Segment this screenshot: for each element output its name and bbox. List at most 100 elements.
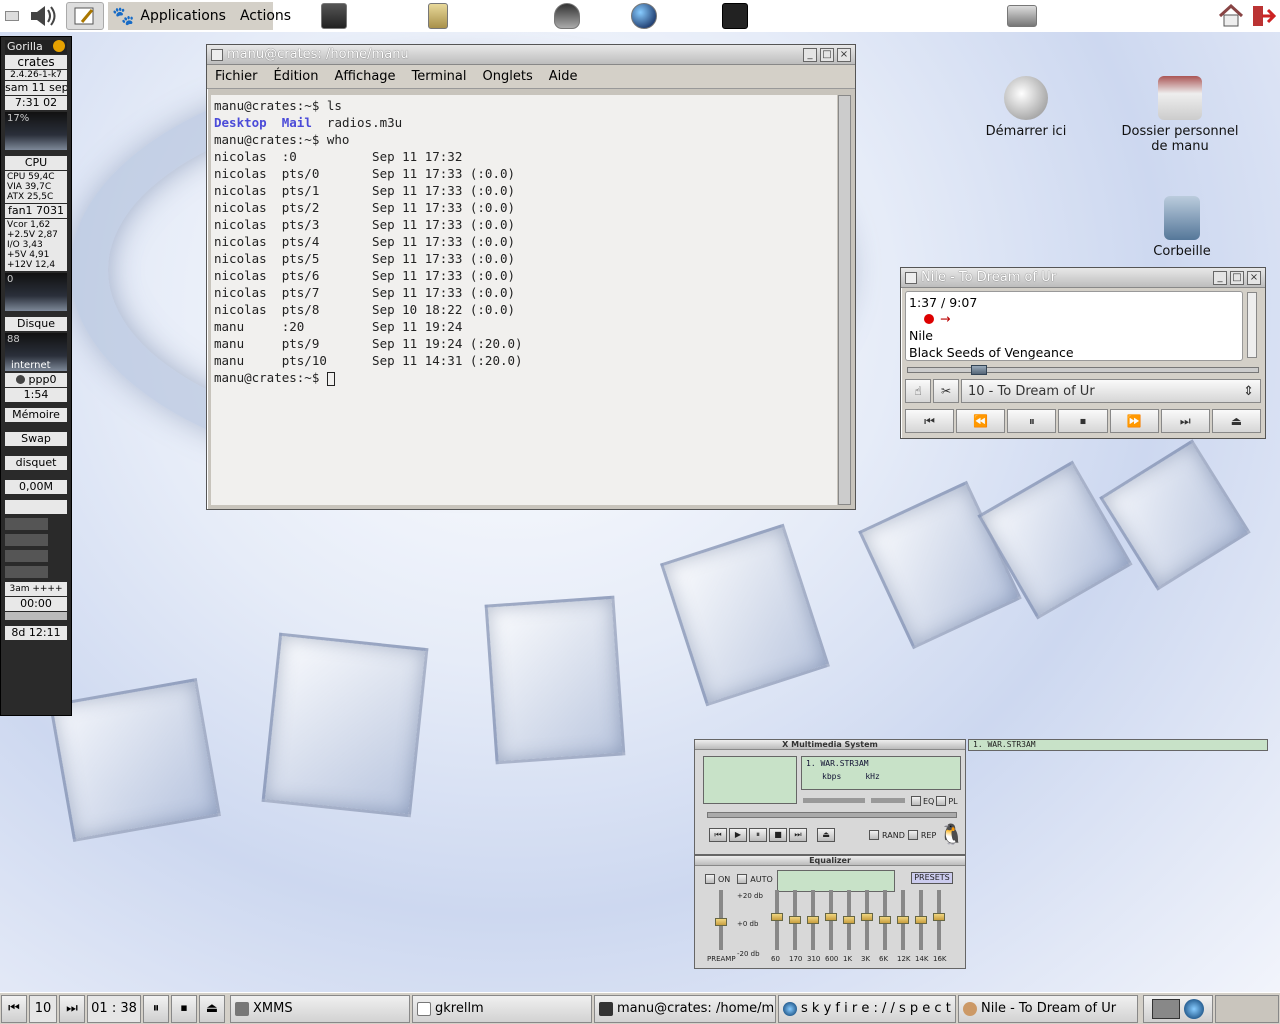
eq-band-slider[interactable] bbox=[807, 890, 819, 950]
slider-knob[interactable] bbox=[861, 913, 873, 922]
equalizer-titlebar[interactable]: Equalizer bbox=[695, 856, 965, 866]
fs-label[interactable]: disquet bbox=[5, 456, 67, 470]
info-scrollbar[interactable] bbox=[1247, 292, 1257, 358]
task-xmms[interactable]: XMMS bbox=[230, 994, 410, 1023]
close-button[interactable]: × bbox=[1247, 270, 1261, 285]
xmms-titlebar[interactable]: X Multimedia System bbox=[695, 740, 965, 750]
xmms-eject-button[interactable]: ⏏ bbox=[817, 828, 835, 842]
panel-pause-button[interactable]: ⏸ bbox=[143, 994, 169, 1023]
menu-aide[interactable]: Aide bbox=[549, 69, 578, 84]
workspace-1[interactable] bbox=[1152, 998, 1180, 1019]
stop-button[interactable]: ⏹ bbox=[1058, 409, 1108, 433]
maximize-button[interactable]: □ bbox=[1230, 270, 1244, 285]
slider-knob[interactable] bbox=[915, 916, 927, 924]
mixer-bar[interactable] bbox=[5, 550, 49, 562]
task-gkrellm[interactable]: gkrellm bbox=[412, 994, 592, 1023]
xmms-stop-button[interactable]: ■ bbox=[769, 828, 787, 842]
slider-knob[interactable] bbox=[789, 916, 801, 924]
slider-knob[interactable] bbox=[843, 916, 855, 924]
eq-band-slider[interactable] bbox=[843, 890, 855, 950]
volume-slider[interactable] bbox=[803, 798, 865, 803]
eq-band-slider[interactable] bbox=[915, 890, 927, 950]
window-menu-icon[interactable] bbox=[905, 271, 917, 284]
xmms-next-button[interactable]: ⏭ bbox=[789, 828, 807, 842]
eq-band-slider[interactable] bbox=[861, 890, 873, 950]
eq-band-slider[interactable] bbox=[825, 890, 837, 950]
eq-toggle[interactable] bbox=[911, 796, 921, 806]
applications-menu[interactable]: Applications bbox=[140, 8, 226, 24]
previous-track-button[interactable]: ⏮ bbox=[905, 409, 955, 433]
fast-forward-button[interactable]: ⏩ bbox=[1109, 409, 1159, 433]
desktop-icon-start-here[interactable]: Démarrer ici bbox=[966, 76, 1086, 139]
globe-icon[interactable] bbox=[628, 2, 660, 30]
menu-fichier[interactable]: Fichier bbox=[215, 69, 258, 84]
eq-on-toggle[interactable] bbox=[705, 874, 715, 884]
seek-handle[interactable] bbox=[971, 365, 987, 375]
home-icon[interactable] bbox=[1216, 2, 1246, 30]
panel-next-button[interactable]: ⏭ bbox=[59, 994, 85, 1023]
minimize-button[interactable]: _ bbox=[1213, 270, 1227, 285]
logout-icon[interactable] bbox=[1248, 2, 1278, 30]
actions-menu[interactable]: Actions bbox=[240, 8, 291, 24]
rand-toggle[interactable] bbox=[869, 830, 879, 840]
presets-button[interactable]: PRESETS bbox=[911, 872, 953, 884]
filing-cabinet-icon[interactable] bbox=[422, 2, 454, 30]
menu-affichage[interactable]: Affichage bbox=[334, 69, 395, 84]
window-menu-icon[interactable] bbox=[211, 48, 223, 61]
volume-icon[interactable] bbox=[26, 2, 60, 30]
notes-icon[interactable] bbox=[66, 2, 104, 30]
slider-knob[interactable] bbox=[879, 916, 891, 924]
xmms-playlist-shaded[interactable]: 1. WAR.STR3AM bbox=[968, 739, 1268, 751]
panel-prev-button[interactable]: ⏮ bbox=[1, 994, 27, 1023]
menu-onglets[interactable]: Onglets bbox=[483, 69, 533, 84]
tools-icon[interactable]: ✂ bbox=[933, 379, 959, 403]
track-select[interactable]: 10 - To Dream of Ur ⇕ bbox=[961, 379, 1261, 403]
eject-button[interactable]: ⏏ bbox=[1211, 409, 1261, 433]
slider-knob[interactable] bbox=[933, 913, 945, 922]
next-track-button[interactable]: ⏭ bbox=[1160, 409, 1210, 433]
eq-band-slider[interactable] bbox=[771, 890, 783, 950]
rewind-button[interactable]: ⏪ bbox=[956, 409, 1006, 433]
penguin-icon[interactable] bbox=[550, 2, 584, 30]
eq-band-slider[interactable] bbox=[879, 890, 891, 950]
pl-toggle[interactable] bbox=[936, 796, 947, 806]
terminal-titlebar[interactable]: manu@crates: /home/manu _ □ × bbox=[207, 45, 855, 65]
hand-icon[interactable]: ☝ bbox=[905, 379, 931, 403]
desktop-icon-trash[interactable]: Corbeille bbox=[1122, 196, 1242, 259]
gkrellm-logo-icon[interactable] bbox=[53, 40, 65, 52]
monitor-icon[interactable] bbox=[318, 2, 350, 30]
minimize-button[interactable]: _ bbox=[803, 47, 817, 62]
gkrellm-controls[interactable] bbox=[5, 612, 67, 620]
slider-knob[interactable] bbox=[715, 918, 727, 926]
menu-terminal[interactable]: Terminal bbox=[412, 69, 467, 84]
panel-eject-button[interactable]: ⏏ bbox=[199, 994, 225, 1023]
mixer-bar[interactable] bbox=[5, 518, 49, 530]
panel-stop-button[interactable]: ⏹ bbox=[171, 994, 197, 1023]
xmms-seek-bar[interactable] bbox=[707, 812, 957, 818]
slider-knob[interactable] bbox=[825, 913, 837, 922]
eq-auto-toggle[interactable] bbox=[737, 874, 748, 884]
net-iface[interactable]: ppp0 bbox=[29, 373, 57, 387]
terminal-output[interactable]: manu@crates:~$ ls Desktop Mail radios.m3u… bbox=[211, 95, 837, 505]
xmms-pause-button[interactable]: ⏸ bbox=[749, 828, 767, 842]
maximize-button[interactable]: □ bbox=[820, 47, 834, 62]
task-terminal[interactable]: manu@crates: /home/m bbox=[594, 994, 776, 1023]
slider-knob[interactable] bbox=[807, 916, 819, 924]
terminal-scrollbar[interactable] bbox=[838, 95, 851, 505]
slider-knob[interactable] bbox=[771, 913, 783, 922]
seek-bar[interactable] bbox=[907, 365, 1259, 375]
workspace-switcher[interactable] bbox=[1143, 994, 1213, 1023]
preamp-slider[interactable] bbox=[715, 890, 727, 950]
mixer-bar[interactable] bbox=[5, 566, 49, 578]
menu-edition[interactable]: Édition bbox=[274, 69, 319, 84]
xmms-prev-button[interactable]: ⏮ bbox=[709, 828, 727, 842]
xmms-play-button[interactable]: ▶ bbox=[729, 828, 747, 842]
task-nile[interactable]: Nile - To Dream of Ur bbox=[958, 994, 1138, 1023]
desktop-icon-home-folder[interactable]: Dossier personnel de manu bbox=[1120, 76, 1240, 154]
rep-toggle[interactable] bbox=[907, 830, 918, 840]
slider-knob[interactable] bbox=[897, 916, 909, 924]
nile-titlebar[interactable]: Nile - To Dream of Ur _ □ × bbox=[901, 268, 1265, 288]
eq-band-slider[interactable] bbox=[897, 890, 909, 950]
mixer-bar[interactable] bbox=[5, 534, 49, 546]
panel-hide-button[interactable] bbox=[2, 2, 22, 30]
